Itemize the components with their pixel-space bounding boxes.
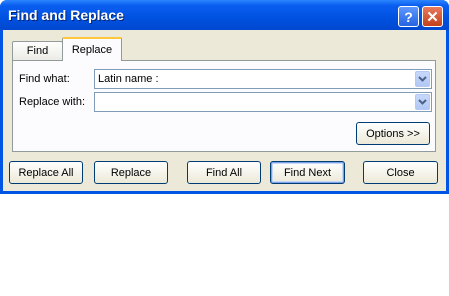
options-button[interactable]: Options >> [356,122,430,145]
tab-find[interactable]: Find [12,41,63,60]
close-icon: ✕ [426,8,439,26]
chevron-down-icon [418,99,427,105]
replace-with-dropdown-button[interactable] [415,94,430,110]
title-bar[interactable]: Find and Replace ? ✕ [0,0,449,30]
window-title: Find and Replace [8,7,124,23]
replace-all-button[interactable]: Replace All [9,161,83,184]
tab-replace[interactable]: Replace [62,37,122,61]
find-what-dropdown-button[interactable] [415,71,430,87]
find-what-label: Find what: [19,73,70,85]
tab-panel-replace: Find what: Latin name : Replace with: Op… [12,60,436,152]
chevron-down-icon [418,76,427,82]
question-icon: ? [404,8,413,25]
find-what-combobox[interactable]: Latin name : [94,69,432,89]
find-next-button[interactable]: Find Next [270,161,345,184]
dialog-body: Find Replace Find what: Latin name : Rep… [3,30,446,191]
replace-button[interactable]: Replace [94,161,168,184]
replace-with-label: Replace with: [19,96,86,108]
find-what-value: Latin name : [98,73,159,85]
help-button[interactable]: ? [398,6,419,27]
close-window-button[interactable]: ✕ [422,6,443,27]
tab-replace-label: Replace [71,44,113,56]
find-replace-dialog: Find and Replace ? ✕ Find Replace Find w… [0,0,449,194]
find-all-button[interactable]: Find All [187,161,261,184]
close-button[interactable]: Close [363,161,438,184]
replace-with-combobox[interactable] [94,92,432,112]
tab-find-label: Find [26,45,49,57]
